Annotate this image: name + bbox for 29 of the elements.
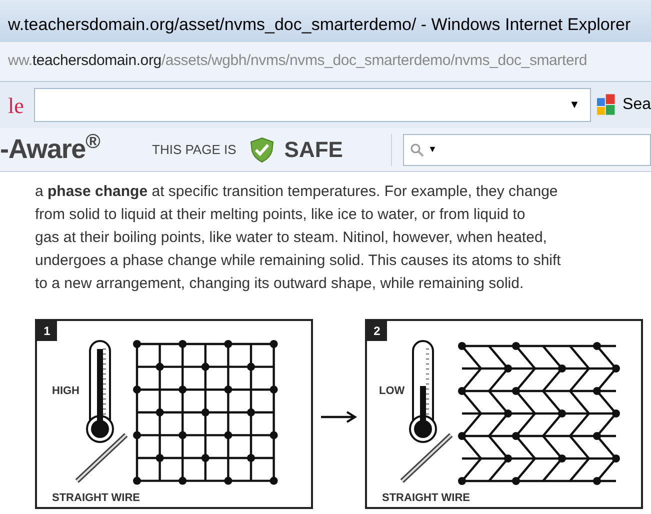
wire-label: STRAIGHT WIRE	[382, 491, 470, 506]
thermometer-icon	[86, 340, 114, 443]
address-bar[interactable]: ww.teachersdomain.org/assets/wgbh/nvms/nvms_doc_smarterdemo/nvms_doc_smarterd	[0, 42, 651, 82]
brand-logo: -Aware$^{®}$	[0, 130, 102, 166]
search-button[interactable]: Sea	[622, 93, 651, 117]
wire-drawing	[400, 433, 453, 483]
dropdown-arrow[interactable]: ▼	[428, 142, 437, 156]
url-path: /assets/wgbh/nvms/nvms_doc_smarterdemo/nvms_doc_smarterd	[161, 52, 588, 70]
temperature-label: LOW	[379, 384, 405, 399]
search-icon	[410, 142, 424, 156]
url-host: teachersdomain.org	[32, 52, 162, 70]
colored-squares-icon	[596, 94, 617, 116]
search-field[interactable]: ▼	[402, 134, 651, 166]
article-paragraph: a phase change at specific transition temperatures. For example, they change from solid to liquid at their melting points, like ice to water, or from liquid to gas at their boiling points, like water to steam. Nitinol, however, when heated, undergoes a phase change while remaining solid. This causes its atoms to shift to a new arrangement, changing its outward shape, while remaining solid.	[35, 182, 562, 294]
url-prefix: ww.	[8, 52, 32, 70]
search-field[interactable]: ▼	[34, 88, 591, 122]
arrow-icon	[321, 411, 357, 423]
window-title: w.teachersdomain.org/asset/nvms_doc_smarterdemo/ - Windows Internet Explorer	[8, 14, 631, 36]
step-number: 2	[367, 321, 387, 341]
wire-drawing	[75, 433, 128, 483]
shield-check-icon	[250, 136, 274, 162]
status-text: SAFE	[284, 136, 343, 164]
thermometer-icon	[409, 340, 437, 443]
logo: le	[7, 92, 24, 120]
dropdown-arrow[interactable]: ▼	[568, 96, 580, 114]
wire-label: STRAIGHT WIRE	[52, 491, 140, 506]
step-number: 1	[37, 321, 57, 341]
temperature-label: HIGH	[52, 384, 80, 399]
status-label: THIS PAGE IS	[152, 140, 236, 159]
